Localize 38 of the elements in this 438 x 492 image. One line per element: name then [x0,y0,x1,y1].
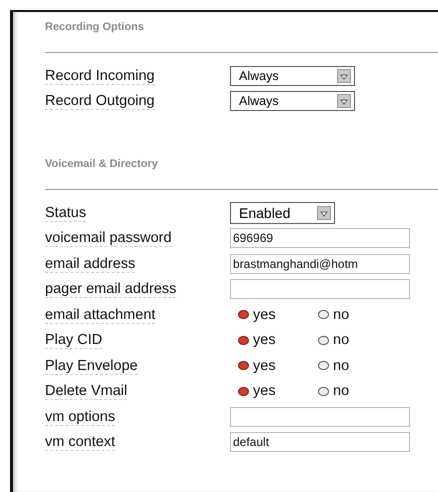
input-field[interactable]: 696969 [230,228,410,248]
radio-option[interactable]: yes [238,358,318,374]
radio-button[interactable] [318,334,329,346]
input-field[interactable] [230,406,410,427]
radio-button[interactable] [238,309,249,320]
field-label: Record Incoming [45,68,155,85]
radio-button[interactable] [318,360,329,372]
dropdown[interactable]: Always [230,91,355,112]
radio-option[interactable]: no [318,306,398,323]
section-title: Voicemail & Directory [45,158,159,172]
radio-option[interactable]: no [318,383,398,400]
field-label: voicemail password [45,230,172,248]
field-label: Record Outgoing [45,93,155,110]
dropdown[interactable]: Enabled [230,202,335,224]
radio-option[interactable]: no [318,332,398,348]
field-label: Play Envelope [45,358,138,375]
radio-option[interactable]: yes [238,306,318,323]
radio-button[interactable] [318,309,329,320]
field-label: Status [45,204,86,222]
radio-option[interactable]: yes [238,332,318,348]
radio-button[interactable] [238,386,249,397]
field-label: vm context [45,434,116,452]
radio-button[interactable] [238,334,249,346]
input-field[interactable]: default [230,432,410,452]
radio-button[interactable] [238,360,249,372]
field-label: pager email address [45,281,176,298]
field-label: email address [45,256,136,273]
input-field[interactable]: brastmanghandi@hotm [230,254,410,274]
field-label: Delete Vmail [45,383,128,400]
dropdown[interactable]: Always [230,66,355,86]
section-title: Recording Options [45,21,145,35]
field-label: Play CID [45,332,102,350]
field-label: email attachment [45,306,156,324]
radio-button[interactable] [318,386,329,397]
radio-option[interactable]: no [318,358,398,374]
radio-option[interactable]: yes [238,383,318,400]
field-label: vm options [45,408,116,426]
input-field[interactable] [230,279,410,300]
